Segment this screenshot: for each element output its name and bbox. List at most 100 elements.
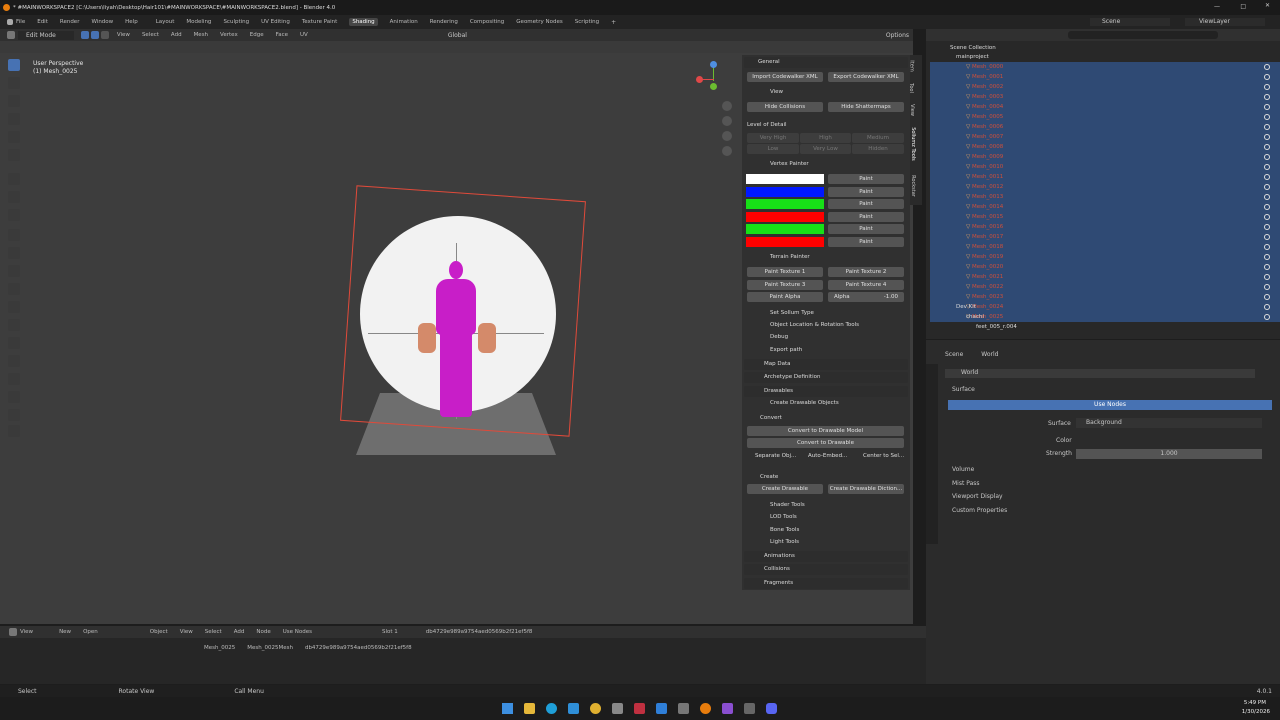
viewport-menu-mesh[interactable]: Mesh (194, 32, 208, 38)
editor-type-icon-2[interactable] (9, 628, 17, 636)
options-button[interactable]: Options (886, 32, 909, 39)
editor-type-icon[interactable] (7, 31, 15, 39)
shader-view-menu[interactable]: View (20, 629, 33, 635)
view-subheader[interactable]: View (770, 87, 783, 97)
visibility-eye-icon[interactable] (1264, 134, 1270, 140)
app-icon-1[interactable] (612, 703, 623, 714)
world-datablock-field[interactable]: World (945, 369, 1255, 378)
shader-menu-select[interactable]: Select (205, 629, 222, 635)
rotate-tool[interactable] (8, 113, 20, 125)
visibility-eye-icon[interactable] (1264, 124, 1270, 130)
outliner-mesh-row[interactable]: ▽ Mesh_0021 (930, 272, 1280, 282)
visibility-eye-icon[interactable] (1264, 234, 1270, 240)
color-swatch-red-2[interactable] (746, 237, 824, 247)
crumb-world[interactable]: World (981, 351, 998, 358)
start-button[interactable] (502, 703, 513, 714)
alpha-field[interactable]: Alpha -1.00 (828, 292, 904, 302)
visibility-eye-icon[interactable] (1264, 64, 1270, 70)
paint-button-6[interactable]: Paint (828, 237, 904, 247)
paint-button-5[interactable]: Paint (828, 224, 904, 234)
bone-tools-subheader[interactable]: Bone Tools (770, 525, 799, 535)
visibility-eye-icon[interactable] (1264, 154, 1270, 160)
outliner-mesh-row[interactable]: ▽ Mesh_0008 (930, 142, 1280, 152)
outliner-mesh-row[interactable]: ▽ Mesh_0002 (930, 82, 1280, 92)
paint-texture-4-button[interactable]: Paint Texture 4 (828, 280, 904, 290)
character-hand-right[interactable] (478, 323, 496, 353)
scale-tool[interactable] (8, 131, 20, 143)
knife-tool[interactable] (8, 301, 20, 313)
visibility-eye-icon[interactable] (1264, 74, 1270, 80)
viewport-menu-view[interactable]: View (117, 32, 130, 38)
tab-rendering[interactable]: Rendering (430, 19, 458, 25)
outliner-mesh-row[interactable]: ▽ Mesh_0006 (930, 122, 1280, 132)
outliner-mesh-row[interactable]: ▽ Mesh_0016 (930, 222, 1280, 232)
tab-uv-editing[interactable]: UV Editing (261, 19, 290, 25)
shader-menu-add[interactable]: Add (234, 629, 245, 635)
select-mode-edge-icon[interactable] (90, 31, 99, 39)
auto-embed-checkbox[interactable]: Auto-Embed... (808, 451, 847, 461)
collisions-header[interactable]: Collisions (744, 564, 908, 575)
custom-properties-panel[interactable]: Custom Properties (952, 507, 1007, 514)
shader-menu-node[interactable]: Node (256, 629, 270, 635)
measure-tool[interactable] (8, 191, 20, 203)
menu-window[interactable]: Window (91, 19, 113, 25)
lod-hidden[interactable]: Hidden (852, 144, 904, 154)
blender-taskbar-icon[interactable] (700, 703, 711, 714)
cursor-tool[interactable] (8, 77, 20, 89)
lod-very-high[interactable]: Very High (747, 133, 799, 143)
lod-tools-subheader[interactable]: LOD Tools (770, 512, 797, 522)
shader-open-button[interactable]: Open (83, 629, 98, 635)
tab-sculpting[interactable]: Sculpting (223, 19, 249, 25)
paint-texture-3-button[interactable]: Paint Texture 3 (747, 280, 823, 290)
clock-date[interactable]: 1/30/2026 (1242, 709, 1270, 715)
visibility-eye-icon[interactable] (1264, 244, 1270, 250)
shear-tool[interactable] (8, 409, 20, 421)
viewport-menu-edge[interactable]: Edge (250, 32, 264, 38)
slot-select[interactable]: Slot 1 (382, 629, 398, 635)
outliner-mesh-row[interactable]: ▽ Mesh_0004 (930, 102, 1280, 112)
terrain-painter-subheader[interactable]: Terrain Painter (770, 252, 810, 262)
shader-menu-view[interactable]: View (180, 629, 193, 635)
annotate-tool[interactable] (8, 173, 20, 185)
visibility-eye-icon[interactable] (1264, 294, 1270, 300)
visual-studio-icon[interactable] (722, 703, 733, 714)
tab-animation[interactable]: Animation (390, 19, 418, 25)
menu-help[interactable]: Help (125, 19, 138, 25)
visibility-eye-icon[interactable] (1264, 214, 1270, 220)
viewport-menu-add[interactable]: Add (171, 32, 182, 38)
edge-browser-icon[interactable] (546, 703, 557, 714)
paint-button-1[interactable]: Paint (828, 174, 904, 184)
view-layer-selector[interactable]: ViewLayer (1185, 18, 1265, 26)
tab-rockstar[interactable]: Rockstar (910, 175, 916, 197)
move-tool[interactable] (8, 95, 20, 107)
outliner-mesh-row[interactable]: ▽ Mesh_0013 (930, 192, 1280, 202)
visibility-eye-icon[interactable] (1264, 94, 1270, 100)
map-data-header[interactable]: Map Data (744, 359, 908, 370)
inset-tool[interactable] (8, 247, 20, 259)
outliner-mesh-row[interactable]: ▽ Mesh_0018 (930, 242, 1280, 252)
add-cube-tool[interactable] (8, 209, 20, 221)
viewport-menu-select[interactable]: Select (142, 32, 159, 38)
visibility-eye-icon[interactable] (1264, 204, 1270, 210)
animations-header[interactable]: Animations (744, 551, 908, 562)
mainproject-collection[interactable]: mainproject (930, 52, 1280, 62)
menu-edit[interactable]: Edit (37, 19, 48, 25)
shader-object-select[interactable]: Object (150, 629, 168, 635)
app-icon-2[interactable] (634, 703, 645, 714)
character-legs[interactable] (440, 331, 472, 417)
visibility-eye-icon[interactable] (1264, 224, 1270, 230)
lod-high[interactable]: High (800, 133, 851, 143)
color-swatch-red[interactable] (746, 212, 824, 222)
convert-drawable-model-button[interactable]: Convert to Drawable Model (747, 426, 904, 436)
separate-objects-checkbox[interactable]: Separate Obj... (755, 451, 796, 461)
debug-subheader[interactable]: Debug (770, 332, 788, 342)
visibility-eye-icon[interactable] (1264, 284, 1270, 290)
import-xml-button[interactable]: Import Codewalker XML (747, 72, 823, 82)
shader-tools-subheader[interactable]: Shader Tools (770, 500, 805, 510)
tab-modeling[interactable]: Modeling (186, 19, 211, 25)
transform-orientation-select[interactable]: Global (438, 32, 467, 39)
outliner-mesh-row[interactable]: ▽ Mesh_0017 (930, 232, 1280, 242)
surface-shader-field[interactable]: Background (1076, 418, 1262, 428)
select-mode-vertex-icon[interactable] (80, 31, 89, 39)
viewport-menu-vertex[interactable]: Vertex (220, 32, 238, 38)
